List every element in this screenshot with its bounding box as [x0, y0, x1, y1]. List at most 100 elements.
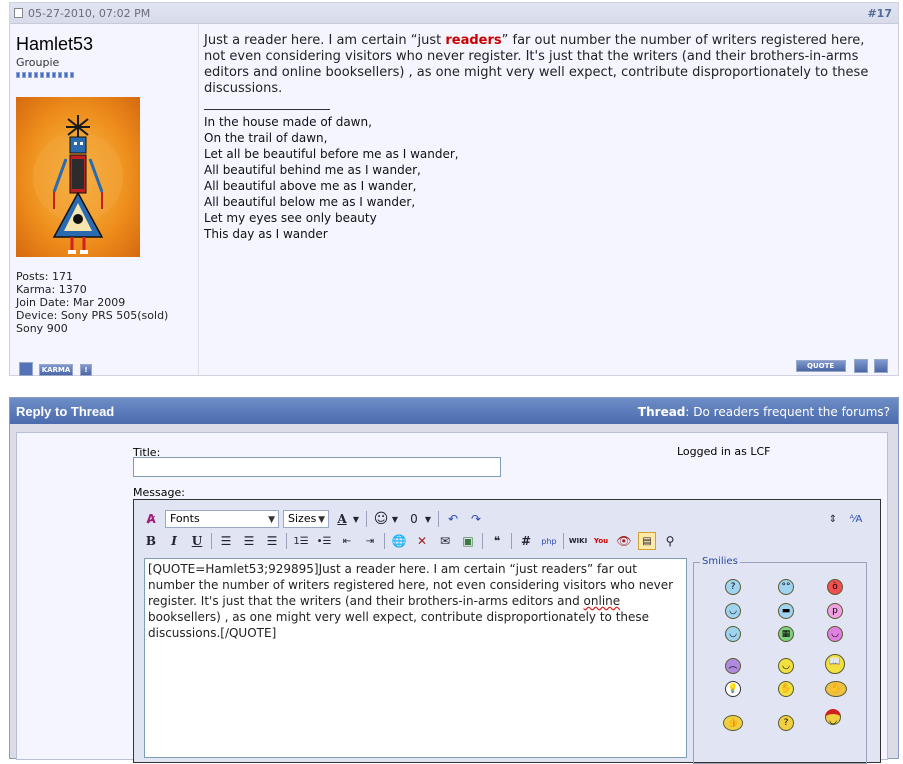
- unordered-list-icon[interactable]: •☰: [315, 532, 333, 550]
- smiley-cool-icon[interactable]: ▬: [778, 603, 794, 619]
- reply-title: Reply to Thread: [16, 404, 115, 419]
- post-number-link[interactable]: #17: [867, 7, 892, 20]
- stat-device-2: Sony 900: [16, 322, 68, 335]
- misspelled-word: online: [583, 594, 621, 608]
- spoiler-icon[interactable]: 👁: [615, 532, 633, 550]
- report-button[interactable]: !: [80, 364, 92, 376]
- email-link-icon[interactable]: ✉: [436, 532, 454, 550]
- smiley-blush-icon[interactable]: ◡: [827, 626, 843, 642]
- php-code-icon[interactable]: php: [540, 532, 558, 550]
- reply-to-thread: Reply to Thread Thread: Do readers frequ…: [9, 397, 899, 764]
- toolbar-separator: [366, 511, 367, 527]
- smiley-clap-icon[interactable]: ✋: [825, 681, 847, 697]
- font-select[interactable]: Fonts ▼: [165, 510, 279, 528]
- smiley-santa-icon[interactable]: ◡: [825, 709, 841, 726]
- smiley-think-icon[interactable]: ?: [778, 715, 794, 731]
- smilies-panel: Smilies ? °° ò ◡ ▬ p ◡ ▦ ◡ ︵ ◡ 📖 💡 ✋ ✋ 👍…: [693, 556, 867, 764]
- reputation-pip: [64, 72, 68, 78]
- stat-posts: Posts: 171: [16, 270, 73, 283]
- reputation-pip: [28, 72, 32, 78]
- post: 05-27-2010, 07:02 PM #17 Hamlet53 Groupi…: [9, 2, 899, 376]
- quote-button[interactable]: QUOTE: [796, 360, 846, 372]
- chevron-down-icon: ▼: [268, 515, 275, 525]
- size-select[interactable]: Sizes ▼: [283, 510, 329, 528]
- toolbar-separator: [511, 533, 512, 549]
- chevron-down-icon: ▼: [318, 515, 325, 525]
- reputation-pip: [34, 72, 38, 78]
- undo-icon[interactable]: ↶: [444, 510, 462, 528]
- resize-icon[interactable]: ⇕: [824, 510, 842, 528]
- message-label: Message:: [133, 486, 185, 499]
- youtube-icon[interactable]: You: [592, 532, 610, 550]
- smiley-confused-icon[interactable]: ?: [725, 579, 741, 595]
- stat-join-date: Join Date: Mar 2009: [16, 296, 126, 309]
- text-color-icon[interactable]: A: [333, 510, 351, 528]
- attachment-icon[interactable]: 0: [405, 510, 423, 528]
- remove-format-icon[interactable]: A̷: [142, 510, 160, 528]
- wiki-icon[interactable]: WIKI: [569, 532, 587, 550]
- user-info-panel: Hamlet53 Groupie Posts: 171 Karma: 1370 …: [10, 24, 199, 376]
- smiley-wave-icon[interactable]: ✋: [778, 681, 794, 697]
- post-date: 05-27-2010, 07:02 PM: [28, 7, 151, 20]
- reputation-pip: [16, 72, 20, 78]
- message-editor: A̷ Fonts ▼ Sizes ▼ A ▼ ☺ ▼ 0 ▼ ↶ ↷ ⇕ ᴬ⁄A B: [133, 499, 881, 764]
- smiley-reading-icon[interactable]: 📖: [825, 654, 845, 674]
- multi-quote-button[interactable]: [854, 359, 868, 373]
- highlight-icon[interactable]: ▤: [638, 532, 656, 550]
- bold-icon[interactable]: B: [142, 532, 160, 550]
- toggle-mode-icon[interactable]: ᴬ⁄A: [847, 510, 865, 528]
- unlink-icon[interactable]: ✕: [413, 532, 431, 550]
- title-input[interactable]: [133, 457, 501, 477]
- hash-icon[interactable]: #: [517, 532, 535, 550]
- karma-button[interactable]: KARMA: [39, 364, 73, 376]
- thread-title-link[interactable]: Do readers frequent the forums?: [693, 405, 890, 419]
- reputation-pip: [22, 72, 26, 78]
- smiley-wink-icon[interactable]: ◡: [725, 626, 741, 642]
- logged-in-status: Logged in as LCF: [677, 445, 771, 458]
- smiley-mad-icon[interactable]: ò: [827, 579, 843, 595]
- image-icon[interactable]: ▣: [459, 532, 477, 550]
- smiley-tongue-icon[interactable]: p: [827, 603, 843, 619]
- reply-header: Reply to Thread Thread: Do readers frequ…: [10, 398, 898, 424]
- underline-icon[interactable]: U: [188, 532, 206, 550]
- smiley-eek-icon[interactable]: °°: [778, 579, 794, 595]
- quick-reply-button[interactable]: [874, 359, 888, 373]
- align-left-icon[interactable]: ☰: [217, 532, 235, 550]
- signature-divider: [204, 109, 330, 110]
- align-center-icon[interactable]: ☰: [240, 532, 258, 550]
- chevron-down-icon[interactable]: ▼: [390, 510, 400, 528]
- toolbar-separator: [286, 533, 287, 549]
- reply-form: Title: Logged in as LCF Message: A̷ Font…: [16, 432, 888, 764]
- username-link[interactable]: Hamlet53: [16, 34, 93, 55]
- toolbar-separator: [211, 533, 212, 549]
- message-textarea[interactable]: [QUOTE=Hamlet53;929895]Just a reader her…: [144, 558, 687, 758]
- profile-button[interactable]: [19, 362, 33, 376]
- smiley-icon[interactable]: ☺: [372, 510, 390, 528]
- outdent-icon[interactable]: ⇤: [338, 532, 356, 550]
- redo-icon[interactable]: ↷: [467, 510, 485, 528]
- toolbar-separator: [482, 533, 483, 549]
- post-message: Just a reader here. I am certain “just r…: [204, 33, 869, 96]
- post-icon: [14, 8, 23, 18]
- quote-icon[interactable]: ❝: [488, 532, 506, 550]
- reputation-pip: [70, 72, 74, 78]
- italic-icon[interactable]: I: [165, 532, 183, 550]
- indent-icon[interactable]: ⇥: [361, 532, 379, 550]
- smiley-grin-icon[interactable]: ▦: [778, 626, 794, 642]
- chevron-down-icon[interactable]: ▼: [423, 510, 433, 528]
- smiley-happy-icon[interactable]: ◡: [778, 658, 794, 674]
- ordered-list-icon[interactable]: 1☰: [292, 532, 310, 550]
- smiley-thumbsup-icon[interactable]: 👍: [723, 715, 743, 731]
- reputation-pip: [46, 72, 50, 78]
- align-right-icon[interactable]: ☰: [263, 532, 281, 550]
- binoculars-icon[interactable]: ⚲: [661, 532, 679, 550]
- chevron-down-icon[interactable]: ▼: [351, 510, 361, 528]
- lightbulb-icon[interactable]: 💡: [725, 681, 741, 697]
- link-icon[interactable]: 🌐: [390, 532, 408, 550]
- smiley-frown-icon[interactable]: ︵: [725, 658, 741, 674]
- thread-info: Thread: Do readers frequent the forums?: [637, 405, 890, 419]
- reputation-pip: [58, 72, 62, 78]
- reputation-bar: [16, 72, 74, 78]
- smiley-smile-icon[interactable]: ◡: [725, 603, 741, 619]
- stat-device: Device: Sony PRS 505(sold): [16, 309, 169, 322]
